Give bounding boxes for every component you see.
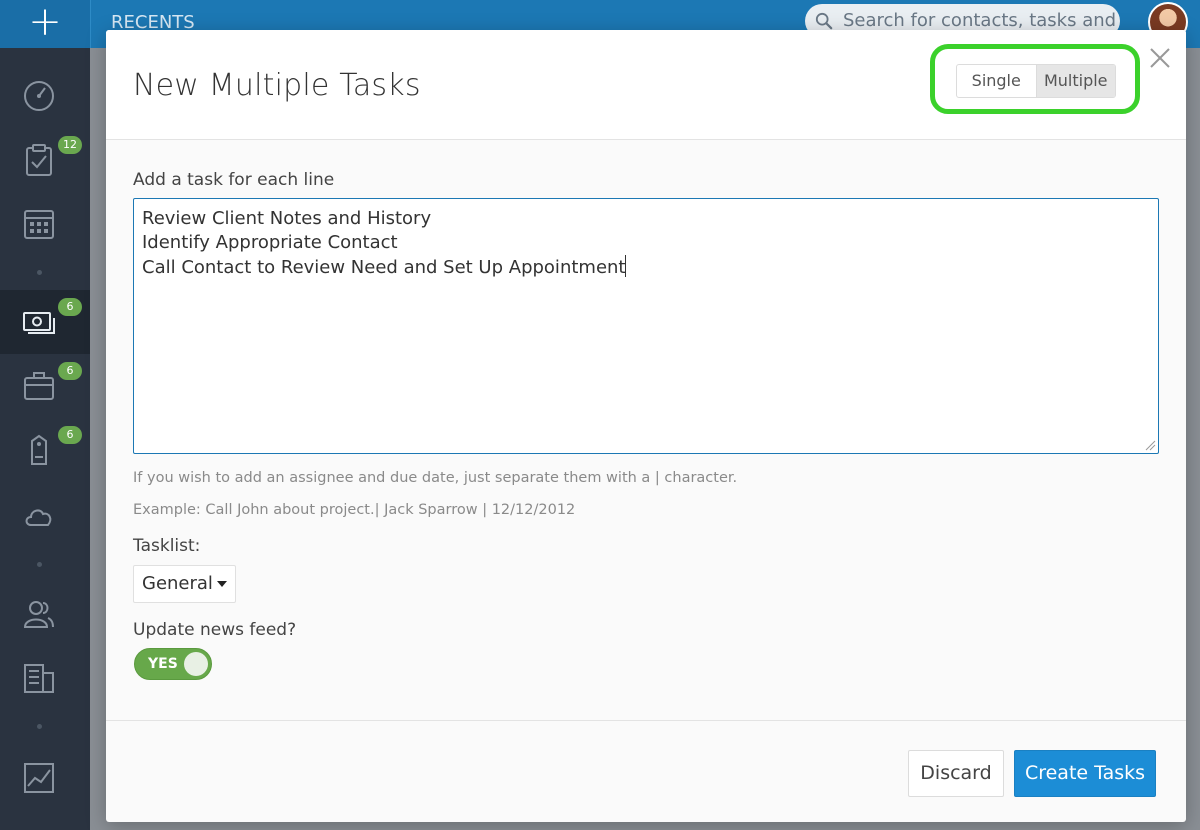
single-mode-button[interactable]: Single xyxy=(957,65,1036,97)
search-icon xyxy=(815,12,833,30)
chart-icon xyxy=(24,763,54,793)
example-text: Example: Call John about project.| Jack … xyxy=(133,502,576,518)
sidebar-separator xyxy=(37,270,42,275)
close-icon[interactable] xyxy=(1146,44,1174,72)
sidebar: 12 6 6 6 xyxy=(0,48,90,830)
sidebar-item-opportunities[interactable]: 6 xyxy=(0,290,90,354)
sidebar-item-leads[interactable]: 6 xyxy=(0,418,90,482)
toggle-label: YES xyxy=(148,656,178,672)
modal-header: New Multiple Tasks Single Multiple xyxy=(106,30,1186,140)
tasklist-label: Tasklist: xyxy=(133,536,201,556)
help-text: If you wish to add an assignee and due d… xyxy=(133,470,738,486)
newsfeed-label: Update news feed? xyxy=(133,620,297,640)
tasks-textarea[interactable]: Review Client Notes and History Identify … xyxy=(133,198,1159,454)
briefcase-icon xyxy=(24,372,54,400)
tag-icon xyxy=(31,434,47,465)
tasklist-value: General xyxy=(142,573,213,594)
footer-divider xyxy=(106,720,1186,721)
tasks-icon xyxy=(26,144,52,176)
building-icon xyxy=(24,664,54,693)
multiple-mode-button[interactable]: Multiple xyxy=(1035,65,1115,97)
resize-grip-icon[interactable] xyxy=(1144,439,1156,451)
sidebar-item-reports[interactable] xyxy=(0,746,90,810)
sidebar-item-dashboard[interactable] xyxy=(0,64,90,128)
discard-button[interactable]: Discard xyxy=(908,750,1004,797)
dashboard-icon xyxy=(24,81,54,111)
calendar-icon xyxy=(24,210,54,239)
sidebar-item-projects[interactable]: 6 xyxy=(0,354,90,418)
opportunities-badge: 6 xyxy=(58,298,82,316)
toggle-knob xyxy=(184,652,208,676)
sidebar-item-contacts[interactable] xyxy=(0,582,90,646)
newsfeed-toggle[interactable]: YES xyxy=(134,648,212,680)
leads-badge: 6 xyxy=(58,426,82,444)
money-icon xyxy=(23,312,55,334)
create-tasks-button[interactable]: Create Tasks xyxy=(1014,750,1156,797)
new-tasks-modal: New Multiple Tasks Single Multiple Add a… xyxy=(106,30,1186,822)
task-line: Call Contact to Review Need and Set Up A… xyxy=(142,257,626,278)
sidebar-item-calendar[interactable] xyxy=(0,192,90,256)
contacts-icon xyxy=(23,601,54,628)
sidebar-separator xyxy=(37,724,42,729)
task-line: Identify Appropriate Contact xyxy=(142,232,398,253)
sidebar-item-tasks[interactable]: 12 xyxy=(0,128,90,192)
sidebar-item-organizations[interactable] xyxy=(0,646,90,710)
chevron-down-icon xyxy=(217,581,227,587)
tasks-field-label: Add a task for each line xyxy=(133,170,335,190)
task-mode-toggle: Single Multiple xyxy=(956,64,1116,98)
projects-badge: 6 xyxy=(58,362,82,380)
sidebar-item-cloud[interactable] xyxy=(0,484,90,548)
tasklist-select[interactable]: General xyxy=(133,565,236,603)
tasks-badge: 12 xyxy=(58,136,82,154)
add-button[interactable]: + xyxy=(0,0,90,48)
sidebar-separator xyxy=(37,562,42,567)
text-caret xyxy=(625,255,627,277)
cloud-icon xyxy=(25,509,52,526)
search-placeholder: Search for contacts, tasks and t xyxy=(843,10,1120,31)
task-line: Review Client Notes and History xyxy=(142,208,432,229)
modal-title: New Multiple Tasks xyxy=(133,68,421,103)
